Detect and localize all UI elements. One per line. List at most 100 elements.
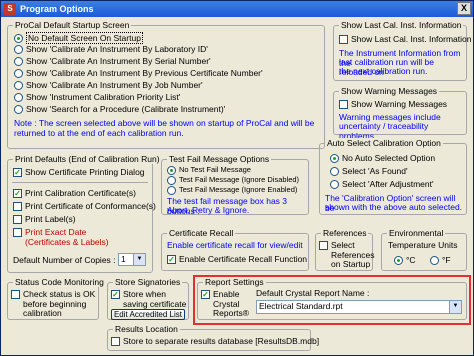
copies-label: Default Number of Copies :	[13, 255, 116, 265]
last-cal-title: Show Last Cal. Inst. Information	[339, 20, 464, 30]
cert-recall-title: Certificate Recall	[167, 228, 236, 238]
test-fail-title: Test Fail Message Options	[167, 154, 272, 164]
enable-crystal-checkbox[interactable]: ✓ Enable	[201, 289, 239, 299]
cert-recall-note: Enable certificate recall for view/edit	[167, 240, 303, 250]
checkbox-icon[interactable]	[13, 214, 22, 224]
print-labels-checkbox[interactable]: Print Label(s)	[13, 214, 76, 224]
checkbox-icon[interactable]	[339, 99, 348, 109]
status-code-label-3: calibration	[23, 308, 62, 318]
checkbox-icon[interactable]	[319, 240, 328, 250]
checkbox-icon[interactable]	[13, 227, 22, 237]
chevron-down-icon[interactable]: ▼	[133, 254, 145, 265]
startup-note-1: Note : The screen selected above will be…	[14, 118, 315, 128]
auto-select-group: Auto Select Calibration Option No Auto S…	[319, 138, 467, 215]
checkbox-icon[interactable]	[339, 34, 348, 44]
edit-accredited-list-button[interactable]: Edit Accredited List	[111, 309, 185, 320]
radio-icon[interactable]	[14, 92, 23, 102]
test-fail-option-none[interactable]: No Test Fail Message	[167, 165, 251, 175]
last-cal-group: Show Last Cal. Inst. Information Show La…	[333, 20, 471, 81]
radio-icon[interactable]	[14, 104, 23, 114]
checkbox-icon[interactable]: ✓	[167, 254, 176, 264]
checkbox-icon[interactable]	[111, 336, 120, 346]
auto-select-note-2: shown with the above auto selected.	[325, 202, 463, 212]
radio-icon[interactable]	[14, 44, 23, 54]
warnings-title: Show Warning Messages	[339, 86, 440, 96]
print-exact-date-checkbox[interactable]: Print Exact Date	[13, 227, 86, 237]
fahrenheit-radio[interactable]: °F	[430, 255, 451, 265]
auto-select-option-after-adjustment[interactable]: Select 'After Adjustment'	[330, 179, 434, 189]
startup-option-none[interactable]: No Default Screen On Startup	[14, 32, 143, 44]
checkbox-icon[interactable]: ✓	[111, 289, 120, 299]
radio-icon[interactable]	[394, 255, 403, 265]
references-title: References	[321, 228, 369, 238]
results-location-group: Results Location Store to separate resul…	[107, 324, 319, 351]
checkbox-icon[interactable]: ✓	[13, 167, 22, 177]
radio-icon[interactable]	[430, 255, 439, 265]
celsius-radio[interactable]: °C	[394, 255, 416, 265]
checkbox-icon[interactable]	[13, 201, 22, 211]
temperature-units-label: Temperature Units	[388, 240, 458, 250]
store-signatories-label-2: saving certificate	[123, 299, 187, 309]
print-defaults-group: Print Defaults (End of Calibration Run) …	[7, 154, 162, 273]
window-title: Program Options	[20, 4, 94, 14]
auto-select-title: Auto Select Calibration Option	[325, 138, 443, 148]
print-defaults-title: Print Defaults (End of Calibration Run)	[13, 154, 162, 164]
radio-icon[interactable]	[14, 68, 23, 78]
close-button[interactable]: X	[457, 2, 471, 15]
enable-crystal-label-3: Reports®	[213, 308, 250, 318]
test-fail-option-ignore-disabled[interactable]: Test Fail Message (Ignore Disabled)	[167, 175, 299, 185]
status-code-group: Status Code Monitoring Check status is O…	[7, 277, 106, 320]
checkbox-icon[interactable]: ✓	[201, 289, 210, 299]
radio-icon[interactable]	[14, 33, 23, 43]
print-exact-date-sub: (Certificates & Labels)	[25, 237, 109, 247]
startup-screen-title: ProCal Default Startup Screen	[13, 20, 132, 30]
chevron-down-icon[interactable]: ▼	[449, 301, 461, 313]
references-checkbox[interactable]: Select	[319, 240, 355, 250]
copies-select[interactable]: 1 ▼	[118, 253, 146, 266]
report-settings-title: Report Settings	[203, 277, 266, 287]
cert-recall-group: Certificate Recall Enable certificate re…	[161, 228, 309, 271]
startup-option-search[interactable]: Show 'Search for a Procedure (Calibrate …	[14, 104, 225, 114]
status-code-title: Status Code Monitoring	[13, 277, 106, 287]
warnings-group: Show Warning Messages Show Warning Messa…	[333, 86, 467, 141]
default-report-label: Default Crystal Report Name :	[256, 288, 370, 298]
startup-option-priority[interactable]: Show 'Instrument Calibration Priority Li…	[14, 92, 180, 102]
startup-option-prev-cert[interactable]: Show 'Calibrate An Instrument By Previou…	[14, 68, 263, 78]
startup-option-lab-id[interactable]: Show 'Calibrate An Instrument By Laborat…	[14, 44, 208, 54]
print-certificates-checkbox[interactable]: ✓ Print Calibration Certificate(s)	[13, 188, 136, 198]
store-signatories-group: Store Signatories ✓ Store when saving cer…	[107, 277, 189, 320]
print-conformance-checkbox[interactable]: Print Certificate of Conformance(s)	[13, 201, 156, 211]
last-cal-checkbox[interactable]: Show Last Cal. Inst. Information	[339, 34, 471, 44]
radio-icon[interactable]	[167, 165, 176, 175]
default-report-select[interactable]: Electrical Standard.rpt ▼	[256, 300, 462, 314]
startup-option-job[interactable]: Show 'Calibrate An Instrument By Job Num…	[14, 80, 203, 90]
auto-select-option-none[interactable]: No Auto Selected Option	[330, 153, 435, 163]
radio-icon[interactable]	[14, 56, 23, 66]
store-signatories-title: Store Signatories	[113, 277, 183, 287]
checkbox-icon[interactable]: ✓	[13, 188, 22, 198]
startup-screen-group: ProCal Default Startup Screen No Default…	[7, 20, 325, 149]
warnings-checkbox[interactable]: Show Warning Messages	[339, 99, 447, 109]
environmental-group: Environmental Temperature Units °C °F	[381, 228, 467, 271]
radio-icon[interactable]	[14, 80, 23, 90]
auto-select-option-as-found[interactable]: Select 'As Found'	[330, 166, 408, 176]
store-signatories-checkbox[interactable]: ✓ Store when	[111, 289, 166, 299]
report-settings-group: Report Settings ✓ Enable Crystal Reports®…	[197, 277, 467, 320]
last-cal-note-3: the next calibration run.	[339, 66, 428, 76]
results-location-title: Results Location	[113, 324, 180, 334]
radio-icon[interactable]	[167, 175, 176, 185]
status-code-checkbox[interactable]: Check status is OK	[11, 289, 95, 299]
environmental-title: Environmental	[387, 228, 446, 238]
cert-recall-checkbox[interactable]: ✓ Enable Certificate Recall Function	[167, 254, 307, 264]
radio-icon[interactable]	[167, 185, 176, 195]
radio-icon[interactable]	[330, 153, 339, 163]
print-divider	[12, 182, 148, 183]
test-fail-option-ignore-enabled[interactable]: Test Fail Message (Ignore Enabled)	[167, 185, 297, 195]
results-db-checkbox[interactable]: Store to separate results database [Resu…	[111, 336, 319, 346]
radio-icon[interactable]	[330, 179, 339, 189]
radio-icon[interactable]	[330, 166, 339, 176]
test-fail-group: Test Fail Message Options No Test Fail M…	[161, 154, 309, 216]
startup-option-serial[interactable]: Show 'Calibrate An Instrument By Serial …	[14, 56, 211, 66]
show-print-dialog-checkbox[interactable]: ✓ Show Certificate Printing Dialog	[13, 167, 145, 177]
checkbox-icon[interactable]	[11, 289, 20, 299]
